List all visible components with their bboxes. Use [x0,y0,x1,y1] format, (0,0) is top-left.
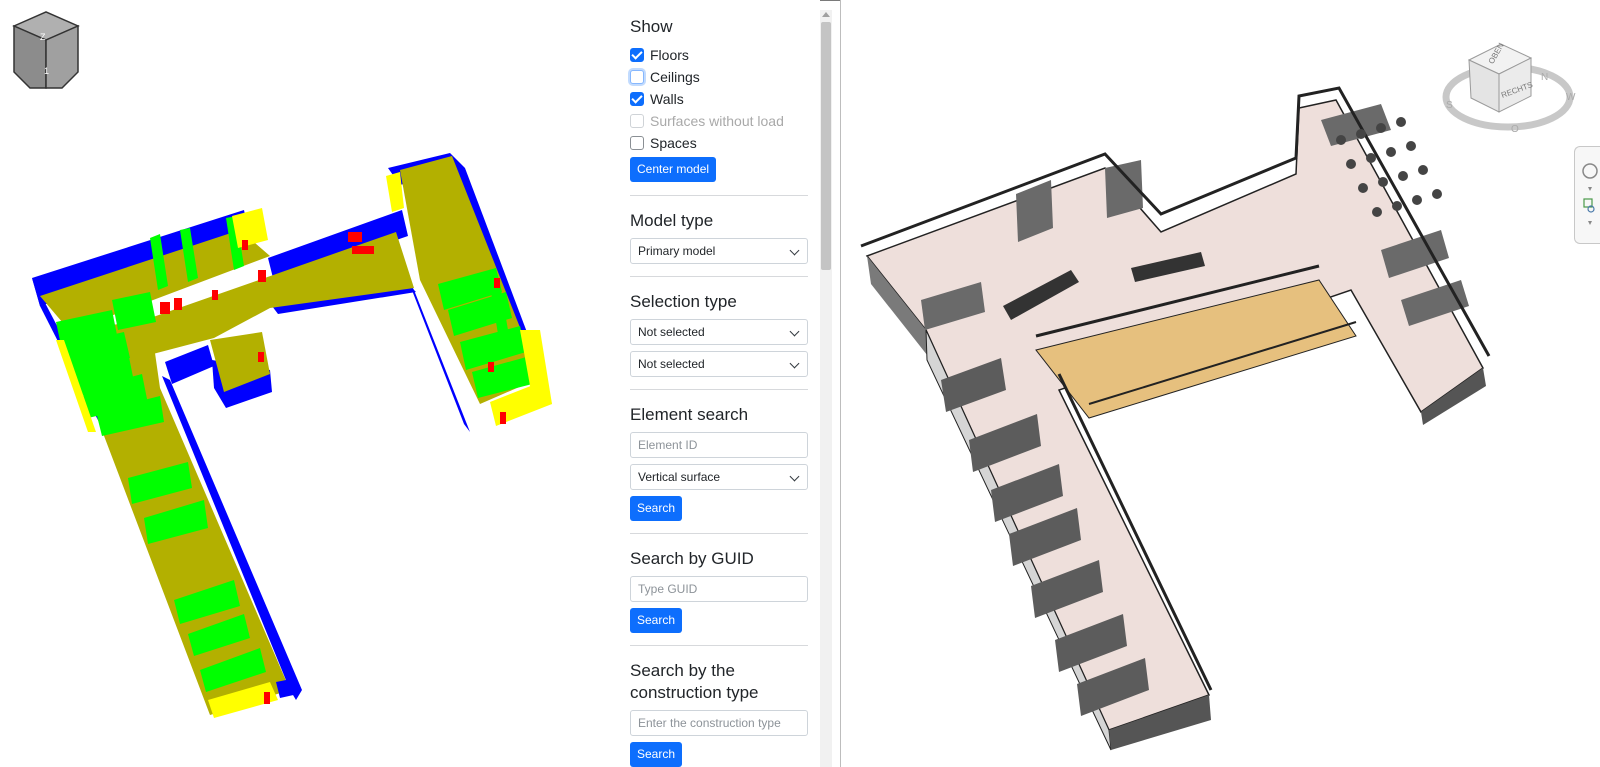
walls-checkbox-row[interactable]: Walls [630,88,810,110]
walls-label: Walls [650,91,684,107]
view-cube-icon[interactable]: OBEN RECHTS N O S W [1442,41,1576,135]
chevron-down-icon [789,471,800,482]
ceilings-checkbox-row[interactable]: Ceilings [630,66,810,88]
construction-search-title-line1: Search by the [630,661,735,680]
model-type-title: Model type [630,211,714,230]
floors-label: Floors [650,47,689,63]
element-id-input[interactable]: Element ID [630,432,808,458]
selection-type-secondary-value: Not selected [638,357,705,371]
building-model[interactable] [860,86,1491,751]
element-search-button[interactable]: Search [630,496,683,521]
selection-type-select-primary[interactable]: Not selected [630,319,808,345]
panel-scrollbar-thumb[interactable] [821,22,831,270]
spaces-checkbox[interactable] [630,136,644,150]
ceilings-label: Ceilings [650,69,700,85]
compass-south-label: S [1446,100,1453,111]
surfaces-without-load-checkbox [630,114,644,128]
model-type-select[interactable]: Primary model [630,238,808,264]
selection-type-primary-value: Not selected [638,325,705,339]
architectural-model-viewer[interactable]: OBEN RECHTS N O S W [841,0,1600,767]
element-search-title: Element search [630,405,749,424]
view-cube-icon[interactable]: Z 1 [12,11,80,89]
view-cube-front-label: 1 [44,66,49,76]
floors-checkbox[interactable] [630,48,644,62]
guid-input[interactable]: Type GUID [630,576,808,602]
guid-search-button[interactable]: Search [630,608,683,633]
chevron-down-icon [789,358,800,369]
guid-search-title: Search by GUID [630,549,754,568]
spaces-checkbox-row[interactable]: Spaces [630,132,810,154]
navigation-bar[interactable] [1574,146,1600,244]
construction-search-button[interactable]: Search [630,742,683,767]
walls-checkbox[interactable] [630,92,644,106]
compass-north-label: N [1541,72,1548,83]
building-model[interactable] [32,153,552,718]
floors-checkbox-row[interactable]: Floors [630,44,810,66]
analytical-model-viewer[interactable]: Z 1 [0,0,608,767]
compass-east-label: O [1511,124,1519,135]
show-section-title: Show [630,17,673,36]
construction-search-title-line2: construction type [630,683,759,702]
ceilings-checkbox[interactable] [630,70,644,84]
center-model-button[interactable]: Center model [630,157,717,182]
architectural-model-canvas[interactable]: OBEN RECHTS N O S W [841,0,1600,767]
control-panel: Show Floors Ceilings Walls Surfaces with… [608,0,820,767]
selection-type-title: Selection type [630,292,737,311]
surfaces-without-load-checkbox-row: Surfaces without load [630,110,810,132]
surface-type-select[interactable]: Vertical surface [630,464,808,490]
selection-type-select-secondary[interactable]: Not selected [630,351,808,377]
analytical-model-canvas[interactable]: Z 1 [0,0,608,767]
scroll-up-arrow-icon[interactable] [822,12,830,17]
spaces-label: Spaces [650,135,697,151]
model-type-value: Primary model [638,244,716,258]
chevron-down-icon [789,326,800,337]
app-root: Z 1 Show Floors Ceilings Walls Surfaces … [0,0,1600,767]
navigation-tools-icon[interactable] [1575,147,1600,245]
view-cube-top-label: Z [40,32,46,42]
compass-west-label: W [1566,92,1576,103]
construction-type-input[interactable]: Enter the construction type [630,710,808,736]
surfaces-without-load-label: Surfaces without load [650,113,784,129]
chevron-down-icon [789,245,800,256]
surface-type-value: Vertical surface [638,470,721,484]
